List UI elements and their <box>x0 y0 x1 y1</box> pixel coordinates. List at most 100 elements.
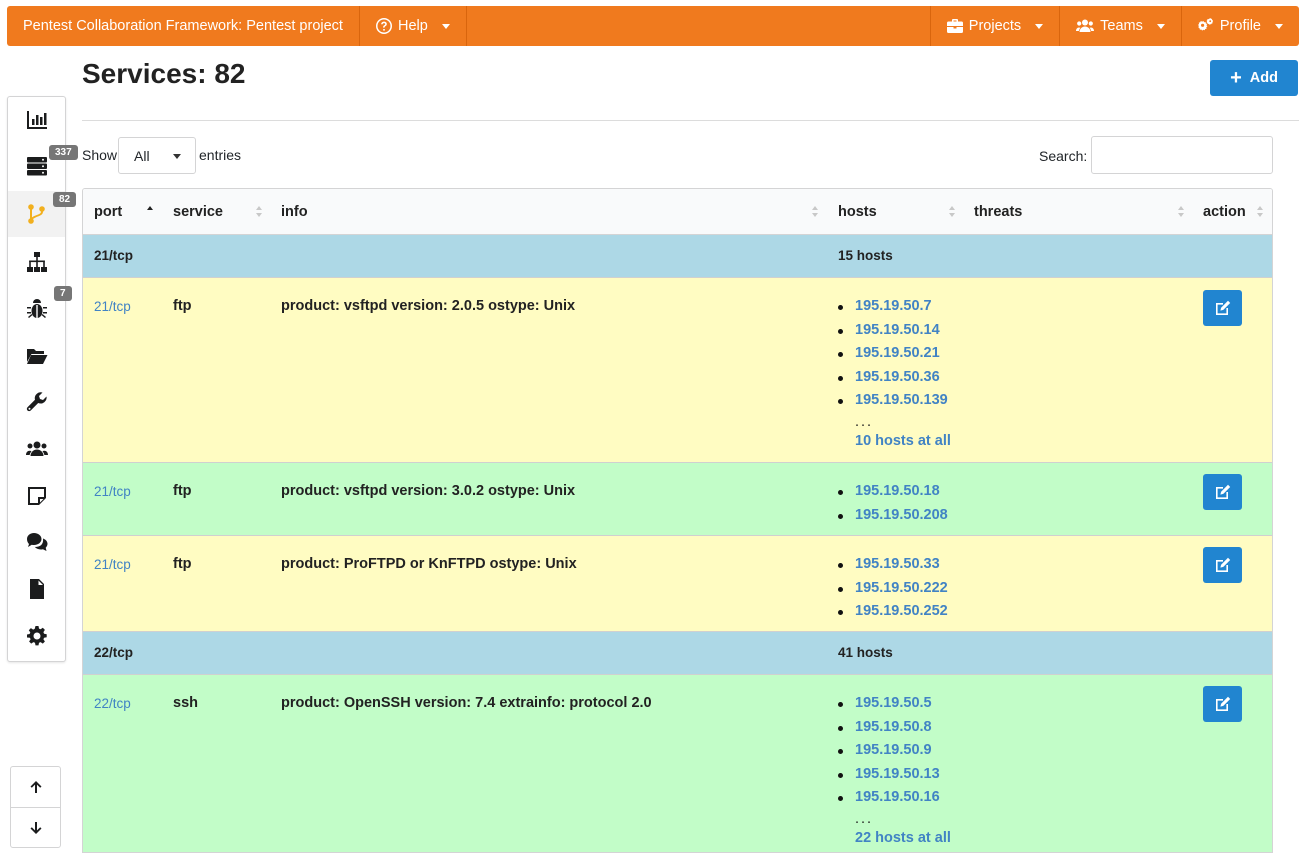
group-port: 22/tcp <box>94 645 134 660</box>
brand-title[interactable]: Pentest Collaboration Framework: Pentest… <box>7 6 360 46</box>
all-hosts-link[interactable]: 22 hosts at all <box>838 830 951 846</box>
help-menu[interactable]: Help <box>360 6 467 46</box>
column-header-service[interactable]: service <box>173 189 223 235</box>
hosts-ellipsis: ... <box>855 810 874 827</box>
entries-select[interactable]: All <box>118 137 196 174</box>
group-hosts-count: 41 hosts <box>838 645 893 660</box>
search-input[interactable] <box>1091 136 1273 174</box>
sidebar-item-credentials[interactable] <box>8 426 65 472</box>
sidebar-item-notes[interactable] <box>8 473 65 519</box>
hosts-cell: 195.19.50.5 195.19.50.8 195.19.50.9 195.… <box>838 695 951 846</box>
hosts-cell: 195.19.50.33 195.19.50.222 195.19.50.252 <box>838 556 948 627</box>
code-branch-icon <box>27 204 45 224</box>
column-header-hosts[interactable]: hosts <box>838 189 877 235</box>
service-info: product: OpenSSH version: 7.4 extrainfo:… <box>281 695 652 711</box>
column-header-action[interactable]: action <box>1203 189 1246 235</box>
users-icon <box>1076 18 1095 34</box>
host-link[interactable]: 195.19.50.7 <box>838 298 951 322</box>
comments-icon <box>26 533 47 551</box>
scroll-controls <box>10 766 61 848</box>
edit-icon <box>1215 484 1230 499</box>
folder-open-icon <box>26 349 47 364</box>
add-button[interactable]: + Add <box>1210 60 1298 96</box>
scroll-down-button[interactable] <box>11 808 60 848</box>
column-header-threats[interactable]: threats <box>974 189 1022 235</box>
column-header-info[interactable]: info <box>281 189 308 235</box>
edit-button[interactable] <box>1203 547 1242 583</box>
host-link[interactable]: 195.19.50.36 <box>838 369 951 393</box>
sidebar-item-tools[interactable] <box>8 379 65 425</box>
service-name: ftp <box>173 483 192 499</box>
edit-icon <box>1215 557 1230 572</box>
table-row: 21/tcp ftp product: vsftpd version: 2.0.… <box>83 278 1272 463</box>
sidebar-item-chats[interactable] <box>8 519 65 565</box>
port-link[interactable]: 21/tcp <box>94 557 131 572</box>
sort-icon <box>1178 206 1184 218</box>
group-row: 21/tcp 15 hosts <box>83 235 1272 278</box>
service-name: ftp <box>173 556 192 572</box>
users-icon <box>25 441 48 456</box>
host-list: 195.19.50.18 195.19.50.208 <box>838 483 948 530</box>
edit-button[interactable] <box>1203 290 1242 326</box>
cog-icon <box>26 626 47 646</box>
edit-icon <box>1215 696 1230 711</box>
service-info: product: vsftpd version: 3.0.2 ostype: U… <box>281 483 576 499</box>
bug-icon <box>26 299 47 318</box>
sidebar-item-settings[interactable] <box>8 613 65 659</box>
host-link[interactable]: 195.19.50.8 <box>838 719 951 743</box>
group-row: 22/tcp 41 hosts <box>83 632 1272 675</box>
all-hosts-link[interactable]: 10 hosts at all <box>838 433 951 449</box>
cogs-icon <box>1197 18 1214 34</box>
host-link[interactable]: 195.19.50.208 <box>838 507 948 531</box>
profile-label: Profile <box>1219 18 1261 34</box>
host-link[interactable]: 195.19.50.21 <box>838 345 951 369</box>
host-link[interactable]: 195.19.50.33 <box>838 556 948 580</box>
server-icon <box>26 157 47 176</box>
host-link[interactable]: 195.19.50.139 <box>838 392 951 416</box>
divider <box>82 120 1299 121</box>
group-port: 21/tcp <box>94 248 134 263</box>
host-link[interactable]: 195.19.50.13 <box>838 766 951 790</box>
sort-icon <box>812 206 818 218</box>
host-list: 195.19.50.5 195.19.50.8 195.19.50.9 195.… <box>838 695 951 813</box>
host-link[interactable]: 195.19.50.222 <box>838 580 948 604</box>
sidebar-item-network[interactable] <box>8 239 65 285</box>
port-link[interactable]: 21/tcp <box>94 299 131 314</box>
table-row: 21/tcp ftp product: vsftpd version: 3.0.… <box>83 463 1272 536</box>
teams-label: Teams <box>1100 18 1143 34</box>
host-link[interactable]: 195.19.50.252 <box>838 603 948 627</box>
teams-menu[interactable]: Teams <box>1059 6 1181 46</box>
host-link[interactable]: 195.19.50.18 <box>838 483 948 507</box>
arrow-up-icon <box>30 781 41 793</box>
sidebar <box>7 96 66 662</box>
file-pdf-icon <box>29 579 44 599</box>
sort-icon <box>1257 206 1263 218</box>
edit-button[interactable] <box>1203 686 1242 722</box>
service-name: ssh <box>173 695 198 711</box>
table-row: 22/tcp ssh product: OpenSSH version: 7.4… <box>83 675 1272 852</box>
top-navbar: Pentest Collaboration Framework: Pentest… <box>7 6 1299 46</box>
chevron-down-icon <box>1035 23 1044 29</box>
sidebar-item-dashboard[interactable] <box>8 97 65 143</box>
host-link[interactable]: 195.19.50.9 <box>838 742 951 766</box>
profile-menu[interactable]: Profile <box>1180 6 1299 46</box>
plus-icon: + <box>1230 67 1242 89</box>
host-link[interactable]: 195.19.50.5 <box>838 695 951 719</box>
sticky-note-icon <box>27 487 46 505</box>
service-info: product: vsftpd version: 2.0.5 ostype: U… <box>281 298 576 314</box>
sidebar-item-files[interactable] <box>8 333 65 379</box>
show-label: Show <box>82 147 118 163</box>
entries-selected-value: All <box>134 147 150 164</box>
sort-icon <box>949 206 955 218</box>
host-link[interactable]: 195.19.50.16 <box>838 789 951 813</box>
host-link[interactable]: 195.19.50.14 <box>838 322 951 346</box>
scroll-up-button[interactable] <box>11 767 60 807</box>
port-link[interactable]: 22/tcp <box>94 696 131 711</box>
sidebar-item-reports[interactable] <box>8 566 65 612</box>
edit-button[interactable] <box>1203 474 1242 510</box>
projects-menu[interactable]: Projects <box>929 6 1059 46</box>
group-hosts-count: 15 hosts <box>838 248 893 263</box>
column-header-port[interactable]: port <box>94 189 122 235</box>
chevron-down-icon <box>441 23 450 29</box>
port-link[interactable]: 21/tcp <box>94 484 131 499</box>
